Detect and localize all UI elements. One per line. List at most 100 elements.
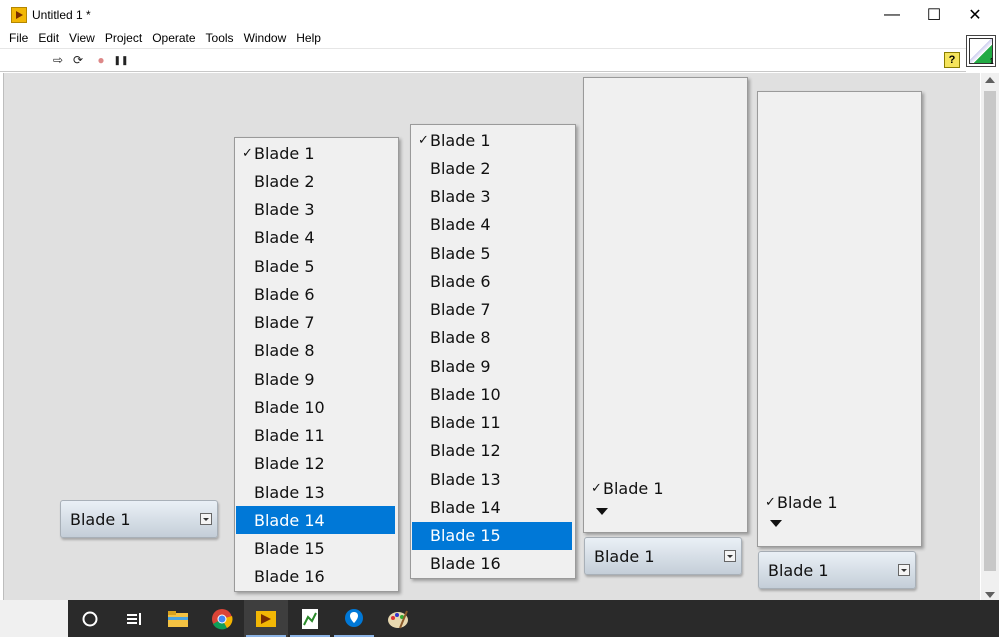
menu-edit[interactable]: Edit	[33, 30, 64, 48]
list-item[interactable]: Blade 14	[236, 506, 395, 535]
list-item[interactable]: Blade 2	[236, 167, 395, 195]
list-item-label: Blade 4	[254, 228, 315, 248]
minimize-button[interactable]: —	[872, 0, 912, 30]
vi-editor-icon[interactable]	[288, 600, 332, 637]
list-item[interactable]: Blade 8	[412, 324, 572, 352]
scroll-thumb[interactable]	[984, 91, 996, 571]
menu-operate[interactable]: Operate	[147, 30, 200, 48]
list-item-label: Blade 4	[430, 215, 491, 235]
close-button[interactable]: ✕	[955, 0, 995, 30]
ring-value: Blade 1	[594, 547, 655, 566]
list-item-label: Blade 11	[430, 413, 501, 432]
vertical-scrollbar[interactable]	[981, 73, 999, 600]
list-item[interactable]: Blade 15	[236, 535, 395, 563]
list-item[interactable]: Blade 9	[236, 365, 395, 393]
list-item[interactable]: Blade 16	[412, 550, 572, 578]
list-item[interactable]: Blade 4	[236, 224, 395, 252]
menu-bar: File Edit View Project Operate Tools Win…	[0, 30, 999, 48]
menu-view[interactable]: View	[64, 30, 100, 48]
list-item-label: Blade 8	[430, 328, 491, 348]
ring-value: Blade 1	[768, 561, 829, 580]
scroll-down-icon[interactable]	[985, 592, 995, 598]
list-item-label: Blade 1	[603, 478, 664, 498]
scroll-up-icon[interactable]	[985, 77, 995, 83]
abort-icon[interactable]: ●	[93, 52, 109, 68]
dropdown-arrow-icon[interactable]	[200, 513, 212, 525]
maximize-button[interactable]: ☐	[914, 0, 954, 30]
menu-window[interactable]: Window	[239, 30, 292, 48]
list-item-label: Blade 10	[254, 397, 325, 417]
list-item[interactable]: ✓ Blade 1	[759, 488, 920, 516]
ring-control-4[interactable]: Blade 1	[758, 551, 916, 589]
run-continuously-icon[interactable]: ⟳	[70, 52, 86, 68]
list-item[interactable]: Blade 16	[236, 563, 395, 591]
title-bar: Untitled 1 * — ☐ ✕	[0, 0, 999, 30]
ring-control-1[interactable]: Blade 1	[60, 500, 218, 538]
dropdown-arrow-icon[interactable]	[898, 564, 910, 576]
list-item-label: Blade 12	[254, 454, 325, 474]
taskbar-corner	[0, 600, 68, 637]
list-item[interactable]: Blade 2	[412, 154, 572, 182]
maps-icon[interactable]	[332, 600, 376, 637]
list-item[interactable]: Blade 3	[412, 183, 572, 211]
list-item[interactable]: Blade 13	[412, 465, 572, 493]
list-item-label: Blade 7	[254, 313, 315, 332]
menu-tools[interactable]: Tools	[201, 30, 239, 48]
task-view-icon[interactable]	[112, 600, 156, 637]
list-item-label: Blade 7	[430, 300, 491, 319]
list-item[interactable]: Blade 4	[412, 211, 572, 239]
more-items-down-icon[interactable]	[596, 508, 608, 515]
dropdown-list-2[interactable]: ✓ Blade 1 Blade 2 Blade 3 Blade 4 Blade 5 Blad…	[410, 124, 576, 579]
list-item-label: Blade 1	[777, 492, 838, 512]
list-item-label: Blade 6	[254, 284, 315, 304]
list-item-label: Blade 3	[254, 200, 315, 219]
list-item-label: Blade 5	[430, 243, 491, 263]
list-item[interactable]: Blade 12	[412, 437, 572, 465]
list-item[interactable]: Blade 7	[412, 296, 572, 324]
menu-file[interactable]: File	[4, 30, 33, 48]
menu-help[interactable]: Help	[291, 30, 326, 48]
paint-icon[interactable]	[376, 600, 420, 637]
pause-icon[interactable]: ❚❚	[113, 52, 129, 68]
list-item[interactable]: Blade 12	[236, 450, 395, 478]
list-item[interactable]: Blade 6	[236, 280, 395, 308]
dropdown-list-4[interactable]: ✓ Blade 1	[757, 91, 922, 547]
dropdown-list-1[interactable]: ✓ Blade 1 Blade 2 Blade 3 Blade 4 Blade 5 Blad…	[234, 137, 399, 592]
list-item[interactable]: Blade 15	[412, 521, 572, 550]
list-item[interactable]: Blade 11	[236, 422, 395, 450]
list-item[interactable]: Blade 5	[412, 239, 572, 267]
list-item[interactable]: ✓ Blade 1	[585, 474, 746, 502]
list-item-label: Blade 15	[430, 526, 501, 545]
list-item[interactable]: Blade 10	[412, 380, 572, 408]
list-item[interactable]: Blade 6	[412, 267, 572, 295]
ring-control-3[interactable]: Blade 1	[584, 537, 742, 575]
context-help-button[interactable]: ?	[944, 52, 960, 68]
dropdown-arrow-icon[interactable]	[724, 550, 736, 562]
list-item[interactable]: Blade 13	[236, 478, 395, 506]
list-item-label: Blade 14	[430, 497, 501, 517]
cortana-icon[interactable]	[68, 600, 112, 637]
list-item[interactable]: ✓ Blade 1	[412, 126, 572, 154]
more-items-down-icon[interactable]	[770, 520, 782, 527]
list-item[interactable]: ✓ Blade 1	[236, 139, 395, 167]
chrome-icon[interactable]	[200, 600, 244, 637]
list-item[interactable]: Blade 9	[412, 352, 572, 380]
list-item[interactable]: Blade 10	[236, 393, 395, 421]
list-item[interactable]: Blade 11	[412, 409, 572, 437]
list-item-label: Blade 9	[254, 369, 315, 389]
list-item[interactable]: Blade 3	[236, 196, 395, 224]
list-item-label: Blade 1	[430, 130, 491, 150]
list-item[interactable]: Blade 8	[236, 337, 395, 365]
labview-app-icon	[11, 7, 27, 23]
vi-icon[interactable]: 1	[966, 35, 996, 67]
run-icon[interactable]: ⇨	[50, 52, 66, 68]
menu-project[interactable]: Project	[100, 30, 147, 48]
labview-icon[interactable]	[244, 600, 288, 637]
check-icon: ✓	[591, 480, 602, 496]
dropdown-list-3[interactable]: ✓ Blade 1	[583, 77, 748, 533]
file-explorer-icon[interactable]	[156, 600, 200, 637]
list-item[interactable]: Blade 5	[236, 252, 395, 280]
list-item[interactable]: Blade 7	[236, 309, 395, 337]
list-item-label: Blade 2	[430, 158, 491, 178]
list-item[interactable]: Blade 14	[412, 493, 572, 521]
